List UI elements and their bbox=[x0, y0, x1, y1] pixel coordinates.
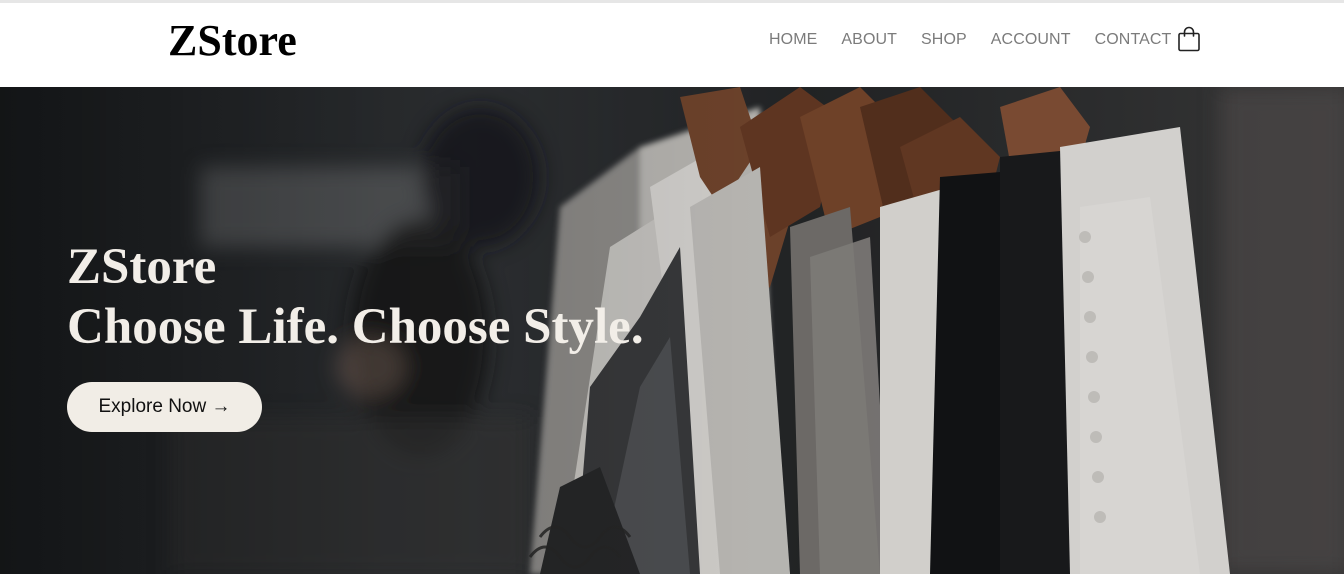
hero-banner: ZStore Choose Life. Choose Style. Explor… bbox=[0, 87, 1344, 574]
hero-title: ZStore Choose Life. Choose Style. bbox=[67, 237, 644, 357]
nav-item-shop[interactable]: SHOP bbox=[909, 31, 979, 49]
nav-item-about[interactable]: ABOUT bbox=[829, 31, 909, 49]
nav-menu: HOME ABOUT SHOP ACCOUNT CONTACT bbox=[757, 28, 1183, 52]
explore-now-button[interactable]: Explore Now → bbox=[67, 382, 262, 432]
hero-title-brand: ZStore bbox=[67, 239, 217, 295]
hero-title-slogan: Choose Life. Choose Style. bbox=[67, 299, 644, 355]
shopping-bag-icon[interactable] bbox=[1177, 26, 1201, 52]
nav-item-contact[interactable]: CONTACT bbox=[1083, 31, 1184, 49]
nav-item-home[interactable]: HOME bbox=[757, 31, 829, 49]
nav-item-account[interactable]: ACCOUNT bbox=[979, 31, 1083, 49]
navbar: ZStore HOME ABOUT SHOP ACCOUNT CONTACT bbox=[0, 3, 1344, 87]
site-logo[interactable]: ZStore bbox=[168, 16, 297, 66]
